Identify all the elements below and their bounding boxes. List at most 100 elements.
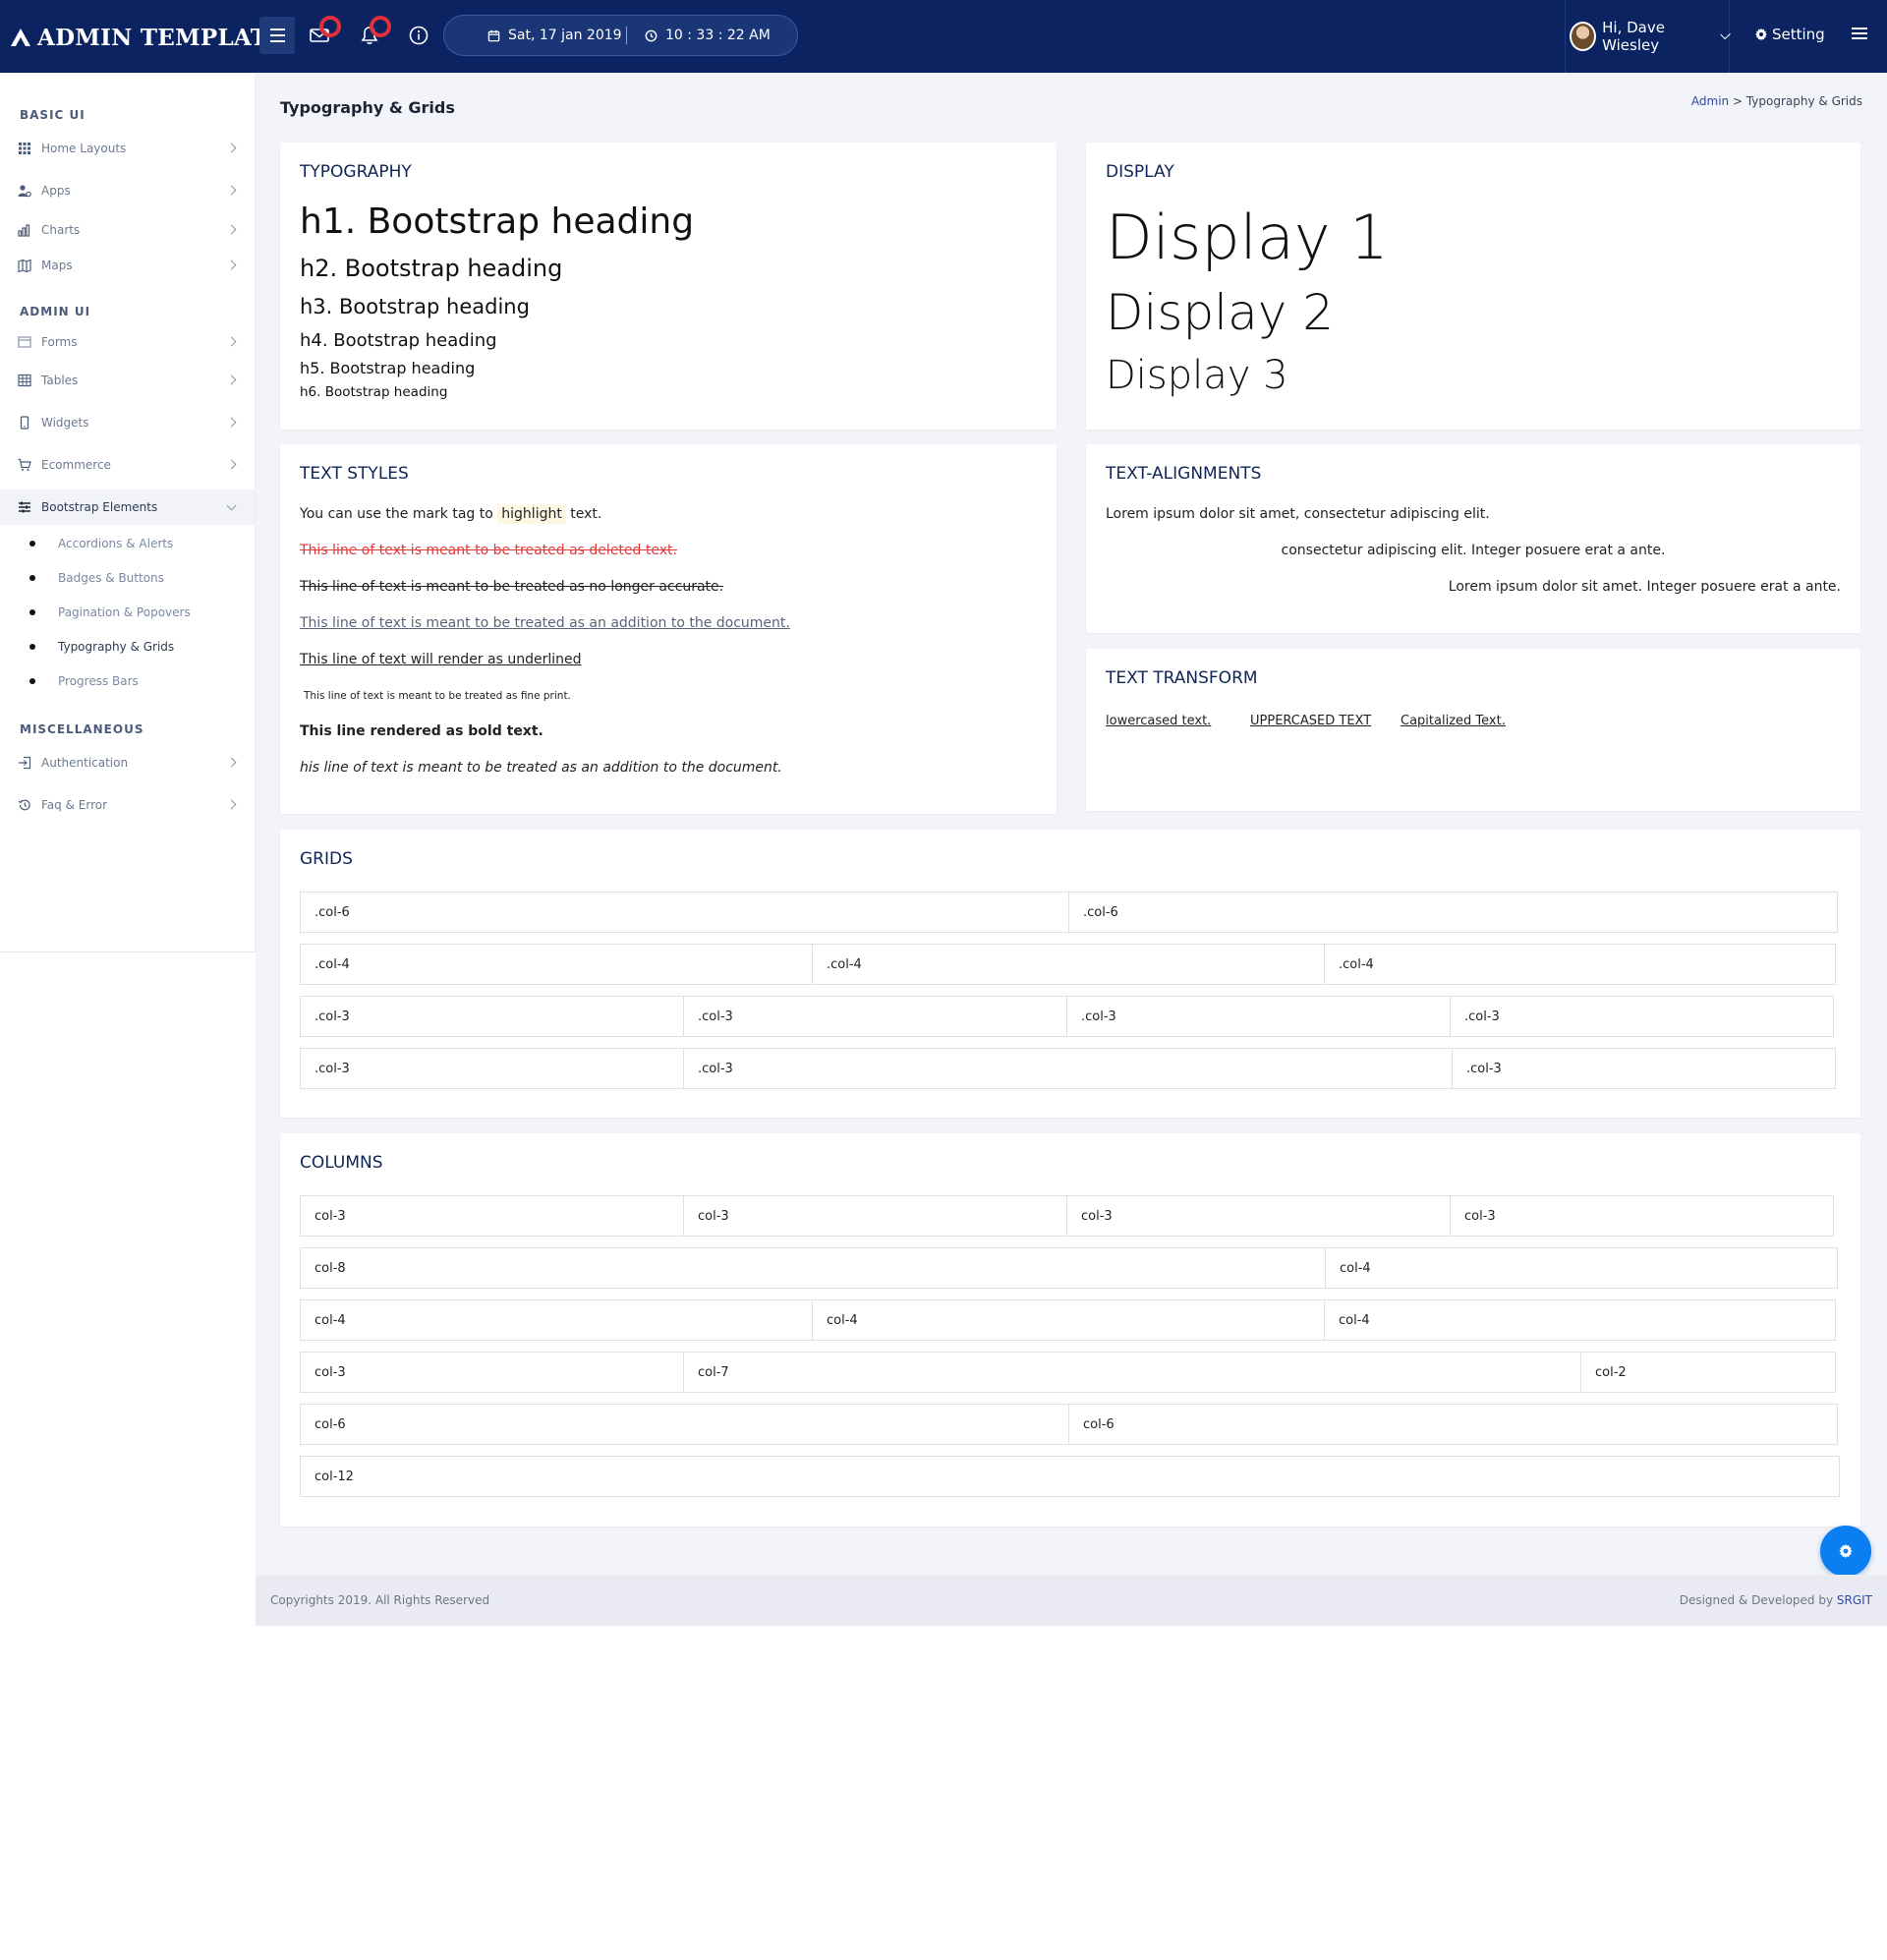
grids-card: GRIDS .col-6 .col-6 .col-4 .col-4 .col-4… (280, 830, 1860, 1118)
heading-h3: h3. Bootstrap heading (300, 295, 530, 318)
chevron-right-icon (226, 757, 237, 768)
sidebar-item-bootstrap-elements[interactable]: Bootstrap Elements (0, 490, 255, 525)
footer-designer-link[interactable]: SRGIT (1837, 1593, 1872, 1607)
grid-cell: .col-3 (1452, 1048, 1836, 1089)
mark-text-line: You can use the mark tag to highlight te… (300, 504, 602, 524)
column-cell: col-3 (300, 1352, 684, 1393)
deleted-text-line: This line of text is meant to be treated… (300, 543, 677, 558)
sidebar-item-authentication[interactable]: Authentication (0, 748, 255, 778)
mail-button[interactable] (306, 16, 341, 49)
sidebar-item-tables[interactable]: Tables (0, 366, 255, 395)
column-cell: col-4 (300, 1299, 813, 1341)
breadcrumb-separator: > (1729, 94, 1746, 108)
column-cell: col-7 (683, 1352, 1581, 1393)
sidebar-item-widgets[interactable]: Widgets (0, 408, 255, 437)
card-title: TEXT TRANSFORM (1106, 668, 1258, 688)
login-icon (18, 756, 31, 770)
chevron-down-icon (1720, 29, 1731, 40)
sidebar-item-label: Ecommerce (41, 458, 111, 472)
sidebar-item-faq-error[interactable]: Faq & Error (0, 790, 255, 820)
card-title: GRIDS (300, 849, 353, 869)
notification-badge (370, 16, 391, 37)
grid-cell: .col-3 (300, 996, 684, 1037)
column-cell: col-3 (1450, 1195, 1834, 1237)
column-cell: col-4 (1325, 1247, 1838, 1289)
column-cell: col-4 (812, 1299, 1325, 1341)
grid-cell: .col-3 (1450, 996, 1834, 1037)
sidebar-subitem-label: Badges & Buttons (58, 571, 164, 585)
column-cell: col-8 (300, 1247, 1326, 1289)
sidebar-item-ecommerce[interactable]: Ecommerce (0, 450, 255, 480)
bullet-icon (29, 644, 35, 650)
column-cell: col-3 (1066, 1195, 1451, 1237)
column-cell: col-3 (683, 1195, 1067, 1237)
display-3: Display 3 (1106, 353, 1288, 398)
sidebar-item-label: Bootstrap Elements (41, 500, 158, 514)
notification-button[interactable] (356, 16, 391, 49)
sliders-icon (18, 500, 31, 514)
cart-icon (18, 458, 31, 472)
card-title: DISPLAY (1106, 162, 1174, 182)
page-title: Typography & Grids (280, 98, 455, 117)
grid-icon (18, 142, 31, 155)
text-fragment: text. (565, 506, 602, 522)
bold-text-line: This line rendered as bold text. (300, 723, 543, 739)
breadcrumb-link-admin[interactable]: Admin (1691, 94, 1729, 108)
bullet-icon (29, 609, 35, 615)
fine-print-text-line: This line of text is meant to be treated… (304, 690, 571, 702)
sidebar-subitem-accordions-alerts[interactable]: Accordions & Alerts (29, 534, 173, 553)
map-icon (18, 259, 31, 272)
sidebar-item-label: Widgets (41, 416, 89, 430)
sidebar-item-home-layouts[interactable]: Home Layouts (0, 134, 255, 163)
sidebar-subitem-label: Accordions & Alerts (58, 537, 174, 550)
user-greeting: Hi, Dave Wiesley (1602, 19, 1665, 54)
info-icon (409, 26, 429, 45)
chevron-right-icon (226, 375, 237, 385)
card-title: TEXT-ALIGNMENTS (1106, 464, 1262, 484)
current-date: Sat, 17 jan 2019 (508, 28, 622, 43)
settings-button[interactable]: Setting (1754, 26, 1825, 43)
sidebar-item-charts[interactable]: Charts (0, 215, 255, 245)
sidebar-item-label: Tables (41, 374, 79, 387)
users-icon (18, 184, 31, 198)
brand-logo[interactable]: ADMIN TEMPLATE (10, 22, 285, 53)
section-title-basic-ui: BASIC UI (20, 108, 86, 122)
sidebar-toggle-button[interactable] (259, 17, 295, 54)
chevron-right-icon (226, 417, 237, 428)
info-button[interactable] (405, 22, 432, 49)
text-styles-card: TEXT STYLES You can use the mark tag to … (280, 444, 1057, 814)
user-menu[interactable]: Hi, Dave Wiesley (1565, 0, 1731, 73)
display-2: Display 2 (1106, 284, 1335, 341)
sidebar-item-forms[interactable]: Forms (0, 327, 255, 357)
brand-title: ADMIN TEMPLATE (37, 24, 286, 51)
sidebar-subitem-progress-bars[interactable]: Progress Bars (29, 671, 139, 691)
sidebar-item-apps[interactable]: Apps (0, 176, 255, 205)
sidebar-subitem-pagination-popovers[interactable]: Pagination & Popovers (29, 603, 191, 622)
text-transform-card: TEXT TRANSFORM lowercased text. UPPERCAS… (1086, 649, 1860, 811)
grid-cell: .col-3 (683, 996, 1067, 1037)
column-cell: col-6 (300, 1404, 1069, 1445)
right-menu-button[interactable] (1852, 28, 1867, 39)
sidebar-subitem-badges-buttons[interactable]: Badges & Buttons (29, 568, 164, 588)
highlighted-text: highlight (497, 504, 566, 524)
typography-card: TYPOGRAPHY h1. Bootstrap heading h2. Boo… (280, 143, 1057, 430)
grid-cell: .col-3 (300, 1048, 684, 1089)
current-time: 10 : 33 : 22 AM (665, 28, 771, 43)
chevron-right-icon (226, 459, 237, 470)
columns-card: COLUMNS col-3 col-3 col-3 col-3 col-8 co… (280, 1133, 1860, 1527)
center-aligned-text: consectetur adipiscing elit. Integer pos… (1281, 543, 1666, 558)
sidebar-item-label: Apps (41, 184, 71, 198)
section-title-miscellaneous: MISCELLANEOUS (20, 722, 144, 736)
top-navbar: ADMIN TEMPLATE Sat, 17 jan 2019 10 : 33 … (0, 0, 1887, 73)
logo-icon (11, 29, 30, 46)
chevron-right-icon (226, 185, 237, 196)
floating-settings-button[interactable] (1820, 1526, 1871, 1577)
bullet-icon (29, 541, 35, 547)
heading-h1: h1. Bootstrap heading (300, 202, 695, 242)
datetime-widget: Sat, 17 jan 2019 10 : 33 : 22 AM (443, 15, 798, 56)
column-cell: col-2 (1580, 1352, 1836, 1393)
sidebar-item-maps[interactable]: Maps (0, 251, 255, 280)
sidebar-item-label: Faq & Error (41, 798, 108, 812)
sidebar-subitem-typography-grids[interactable]: Typography & Grids (29, 637, 174, 657)
footer-credits: Designed & Developed by SRGIT (1680, 1593, 1872, 1607)
